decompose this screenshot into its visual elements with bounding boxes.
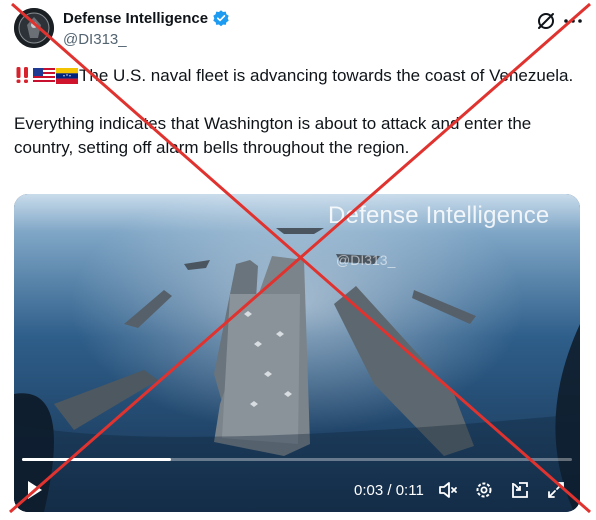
display-name[interactable]: Defense Intelligence [63, 10, 208, 27]
tweet-text: The U.S. naval fleet is advancing toward… [14, 64, 584, 160]
tweet-paragraph-1: The U.S. naval fleet is advancing toward… [14, 64, 584, 88]
video-time-separator: / [383, 482, 396, 499]
avatar[interactable] [14, 8, 54, 48]
double-exclamation-icon [16, 67, 28, 83]
video-duration: 0:11 [395, 482, 424, 499]
video-frame [14, 194, 580, 512]
pip-icon[interactable] [510, 480, 530, 500]
video-progress-fill [22, 458, 171, 461]
fullscreen-icon[interactable] [546, 480, 566, 500]
settings-icon[interactable] [474, 480, 494, 500]
video-controls: 0:03 / 0:11 [14, 474, 580, 504]
video-player[interactable]: Defense Intelligence @DI313_ 0:03 / 0:11 [14, 194, 580, 512]
video-watermark: Defense Intelligence [328, 202, 550, 229]
tweet-line-1: The U.S. naval fleet is advancing toward… [79, 66, 574, 85]
video-watermark-handle: @DI313_ [336, 252, 396, 268]
tweet-paragraph-2: Everything indicates that Washington is … [14, 114, 536, 157]
more-icon[interactable] [562, 10, 584, 32]
play-icon[interactable] [26, 480, 44, 500]
mute-icon[interactable] [438, 480, 458, 500]
grok-icon[interactable] [535, 10, 557, 32]
tweet-header: Defense Intelligence @DI313_ [14, 6, 584, 50]
author-names: Defense Intelligence @DI313_ [63, 8, 230, 49]
author-handle[interactable]: @DI313_ [63, 31, 230, 49]
venezuela-flag-icon [56, 68, 78, 84]
us-flag-icon [33, 68, 55, 84]
verified-badge-icon [213, 10, 229, 27]
video-progress-bar[interactable] [22, 458, 572, 461]
video-time: 0:03 / 0:11 [354, 482, 424, 499]
video-current-time: 0:03 [354, 482, 384, 499]
